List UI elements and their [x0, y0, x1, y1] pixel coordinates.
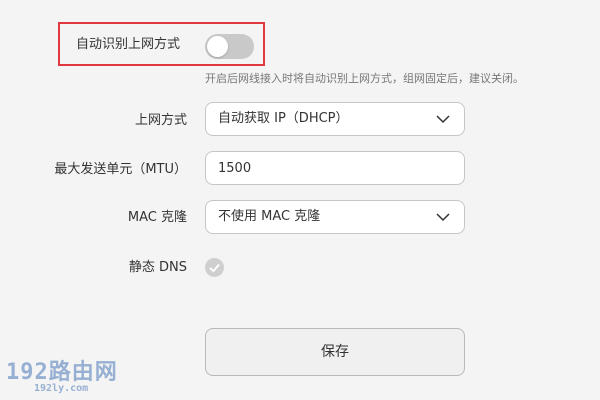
mac-clone-label: MAC 克隆 — [127, 210, 187, 225]
check-icon — [209, 263, 220, 273]
mac-clone-select[interactable]: 不使用 MAC 克隆 — [205, 200, 465, 234]
save-button[interactable]: 保存 — [205, 328, 465, 376]
watermark-url: 192ly.com — [34, 383, 89, 394]
connection-type-value: 自动获取 IP（DHCP） — [218, 111, 349, 126]
watermark-logo: 192路由网 — [6, 360, 118, 385]
static-dns-label: 静态 DNS — [128, 260, 187, 275]
connection-type-label: 上网方式 — [134, 113, 187, 128]
auto-detect-toggle[interactable] — [205, 34, 254, 59]
chevron-down-icon — [436, 213, 450, 222]
mtu-input[interactable] — [205, 151, 465, 185]
auto-detect-hint: 开启后网线接入时将自动识别上网方式，组网固定后，建议关闭。 — [205, 72, 524, 85]
chevron-down-icon — [436, 115, 450, 124]
toggle-knob — [207, 36, 228, 57]
mac-clone-value: 不使用 MAC 克隆 — [218, 209, 321, 224]
auto-detect-label: 自动识别上网方式 — [76, 37, 181, 52]
mtu-label: 最大发送单元（MTU） — [54, 162, 187, 177]
static-dns-checkbox[interactable] — [205, 258, 224, 277]
connection-type-select[interactable]: 自动获取 IP（DHCP） — [205, 102, 465, 136]
